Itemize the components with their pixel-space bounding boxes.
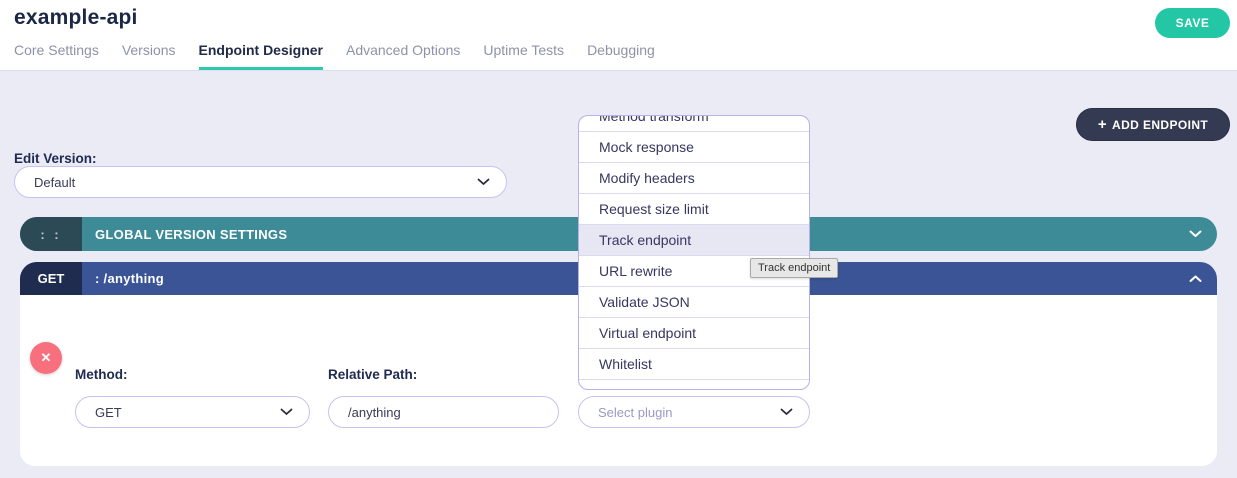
save-button[interactable]: SAVE [1155, 8, 1230, 38]
tab-bar: Core Settings Versions Endpoint Designer… [14, 40, 655, 70]
api-designer-page: example-api SAVE Core Settings Versions … [0, 0, 1237, 478]
plus-icon: + [1098, 117, 1107, 132]
drag-handle-icon: : : [40, 227, 61, 242]
menu-item-method-transform[interactable]: Method transform [579, 115, 809, 132]
method-value: GET [95, 405, 280, 420]
close-icon: ✕ [41, 350, 52, 366]
tooltip: Track endpoint [750, 258, 838, 278]
plugin-dropdown-menu: Method transform Mock response Modify he… [578, 115, 810, 390]
menu-item-mock-response[interactable]: Mock response [579, 132, 809, 163]
method-select[interactable]: GET [75, 396, 310, 428]
plugin-dropdown-list: Method transform Mock response Modify he… [579, 115, 809, 390]
method-label: Method: [75, 367, 127, 382]
menu-item-request-size-limit[interactable]: Request size limit [579, 194, 809, 225]
edit-version-label: Edit Version: [14, 151, 97, 166]
relative-path-field [328, 396, 559, 428]
tab-advanced-options[interactable]: Advanced Options [346, 42, 460, 70]
tab-uptime-tests[interactable]: Uptime Tests [483, 42, 564, 70]
chevron-down-icon [477, 178, 490, 186]
endpoint-method-badge: GET [20, 262, 82, 295]
global-bar-expand[interactable] [1173, 217, 1217, 251]
plugin-select-placeholder: Select plugin [598, 405, 780, 420]
menu-item-modify-headers[interactable]: Modify headers [579, 163, 809, 194]
endpoint-bar-collapse[interactable] [1173, 262, 1217, 295]
chevron-up-icon [1189, 275, 1202, 283]
edit-version-select[interactable]: Default [14, 166, 507, 198]
chevron-down-icon [280, 408, 293, 416]
menu-item-virtual-endpoint[interactable]: Virtual endpoint [579, 318, 809, 349]
drag-handle[interactable]: : : [20, 217, 82, 251]
delete-endpoint-button[interactable]: ✕ [30, 342, 62, 374]
menu-item-track-endpoint[interactable]: Track endpoint [579, 225, 809, 256]
tab-versions[interactable]: Versions [122, 42, 176, 70]
tab-debugging[interactable]: Debugging [587, 42, 655, 70]
chevron-down-icon [780, 408, 793, 416]
plugin-select[interactable]: Select plugin [578, 396, 810, 428]
tab-endpoint-designer[interactable]: Endpoint Designer [199, 42, 323, 70]
edit-version-value: Default [34, 175, 477, 190]
add-endpoint-label: ADD ENDPOINT [1112, 118, 1208, 132]
add-endpoint-button[interactable]: + ADD ENDPOINT [1076, 108, 1230, 141]
menu-item-whitelist[interactable]: Whitelist [579, 349, 809, 380]
chevron-down-icon [1189, 230, 1202, 238]
menu-item-go-plugin[interactable]: Go Plugin [579, 380, 809, 390]
page-title: example-api [14, 6, 138, 30]
tab-core-settings[interactable]: Core Settings [14, 42, 99, 70]
relative-path-input[interactable] [348, 405, 542, 420]
relative-path-label: Relative Path: [328, 367, 417, 382]
menu-item-validate-json[interactable]: Validate JSON [579, 287, 809, 318]
